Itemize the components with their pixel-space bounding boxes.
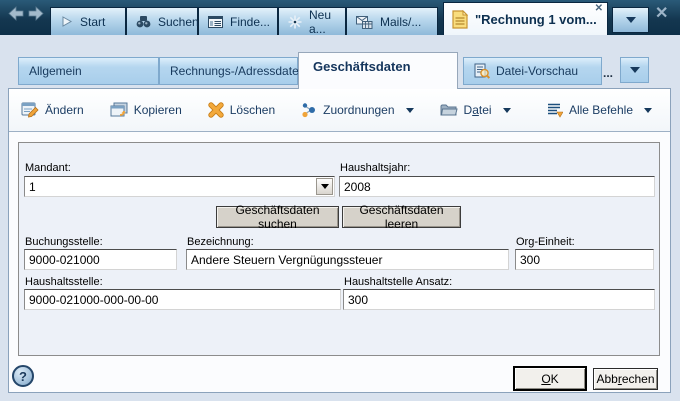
ok-button[interactable]: OK — [513, 366, 587, 391]
mail-calendar-icon — [356, 15, 373, 29]
tab-label: Datei-Vorschau — [496, 64, 578, 78]
geschaeftsdaten-groupbox: Mandant: Haushaltsjahr: Geschäftsdaten s… — [18, 142, 660, 356]
yellow-document-icon — [452, 10, 468, 29]
org-einheit-field[interactable] — [515, 249, 654, 270]
org-einheit-label: Org-Einheit: — [516, 236, 575, 248]
relations-icon — [301, 102, 317, 118]
document-preview-icon — [474, 63, 490, 79]
toolbar-label: Kopieren — [134, 103, 182, 117]
tab-label: Geschäftsdaten — [313, 59, 411, 74]
tab-datei-vorschau[interactable]: Datei-Vorschau — [463, 57, 602, 85]
tab-label: Rechnungs-/Adressdaten — [170, 64, 305, 78]
top-tab-bar: Start Suchen Finde... Neu a... Mails/... — [0, 0, 680, 35]
datei-menu-button[interactable]: Datei — [440, 103, 511, 117]
start-icon — [60, 15, 73, 28]
tab-label: Start — [80, 15, 105, 29]
chevron-down-icon — [644, 108, 652, 113]
haushaltsstelle-field[interactable] — [24, 289, 341, 310]
buchungsstelle-label: Buchungsstelle: — [25, 236, 103, 248]
tab-allgemein[interactable]: Allgemein — [18, 57, 159, 85]
toolbar: Ändern Kopieren Löschen Zuordnungen — [9, 89, 670, 132]
doc-tabs-dropdown-button[interactable] — [620, 57, 649, 83]
toolbar-label: Zuordnungen — [323, 103, 394, 117]
alle-befehle-menu-button[interactable]: Alle Befehle — [546, 102, 652, 118]
chevron-down-icon — [321, 184, 329, 189]
mandant-value[interactable] — [25, 177, 316, 196]
haushaltstelle-ansatz-label: Haushaltstelle Ansatz: — [344, 276, 452, 288]
tab-label: Suchen — [158, 15, 199, 29]
chevron-down-icon — [503, 108, 511, 113]
nav-arrows — [7, 6, 45, 21]
tab-close-icon[interactable]: ✕ — [595, 4, 603, 14]
geschaeftsdaten-suchen-button[interactable]: Geschäftsdaten suchen — [216, 206, 339, 228]
geschaeftsdaten-leeren-button[interactable]: Geschäftsdaten leeren — [342, 206, 461, 228]
tab-label: Neu a... — [309, 8, 336, 36]
kopieren-button[interactable]: Kopieren — [110, 102, 182, 118]
haushaltsjahr-label: Haushaltsjahr: — [340, 162, 410, 174]
form-window-icon — [208, 16, 223, 28]
help-button[interactable]: ? — [12, 365, 34, 387]
chevron-down-icon — [626, 17, 636, 23]
tab-rechnung-active[interactable]: "Rechnung 1 vom... ✕ — [443, 2, 608, 35]
toolbar-label: Alle Befehle — [569, 103, 633, 117]
command-list-icon — [546, 102, 563, 118]
tab-rechnungs-adressdaten[interactable]: Rechnungs-/Adressdaten — [159, 57, 298, 85]
copy-icon — [110, 102, 128, 118]
mandant-dropdown-button[interactable] — [316, 178, 333, 195]
window-close-icon[interactable]: ✕ — [655, 3, 668, 23]
app-window: Start Suchen Finde... Neu a... Mails/... — [0, 0, 680, 401]
tab-mails[interactable]: Mails/... — [346, 7, 438, 35]
abbrechen-button[interactable]: Abbrechen — [593, 368, 658, 390]
starburst-icon — [288, 15, 302, 29]
bezeichnung-field[interactable] — [186, 249, 509, 270]
back-arrow-icon[interactable] — [7, 6, 24, 21]
mandant-combobox[interactable] — [24, 176, 335, 197]
tab-start[interactable]: Start — [50, 7, 126, 35]
tab-label: Mails/... — [380, 15, 421, 29]
mandant-label: Mandant: — [25, 162, 71, 174]
aendern-button[interactable]: Ändern — [21, 102, 84, 118]
tab-label: Allgemein — [29, 64, 82, 78]
bezeichnung-label: Bezeichnung: — [187, 236, 254, 248]
delete-x-icon — [208, 102, 224, 118]
top-tabs-dropdown-button[interactable] — [612, 7, 649, 33]
toolbar-label: Löschen — [230, 103, 275, 117]
tab-label: "Rechnung 1 vom... — [475, 12, 597, 27]
folder-icon — [440, 103, 458, 117]
tab-overflow-indicator: ... — [603, 66, 613, 80]
buchungsstelle-field[interactable] — [24, 249, 177, 270]
haushaltstelle-ansatz-field[interactable] — [343, 289, 655, 310]
tab-neu[interactable]: Neu a... — [278, 7, 346, 35]
toolbar-label: Datei — [464, 103, 492, 117]
loeschen-button[interactable]: Löschen — [208, 102, 275, 118]
tab-label: Finde... — [230, 15, 270, 29]
tab-geschaeftsdaten-active[interactable]: Geschäftsdaten — [298, 52, 458, 89]
edit-document-icon — [21, 102, 39, 118]
tab-finde[interactable]: Finde... — [198, 7, 278, 35]
haushaltsstelle-label: Haushaltsstelle: — [25, 276, 103, 288]
toolbar-label: Ändern — [45, 103, 84, 117]
chevron-down-icon — [630, 67, 640, 73]
main-panel: Ändern Kopieren Löschen Zuordnungen — [8, 88, 671, 393]
haushaltsjahr-field[interactable] — [339, 176, 655, 197]
zuordnungen-menu-button[interactable]: Zuordnungen — [301, 102, 413, 118]
tab-suchen[interactable]: Suchen — [126, 7, 198, 35]
binoculars-icon — [136, 15, 151, 28]
forward-arrow-icon[interactable] — [28, 6, 45, 21]
chevron-down-icon — [406, 108, 414, 113]
